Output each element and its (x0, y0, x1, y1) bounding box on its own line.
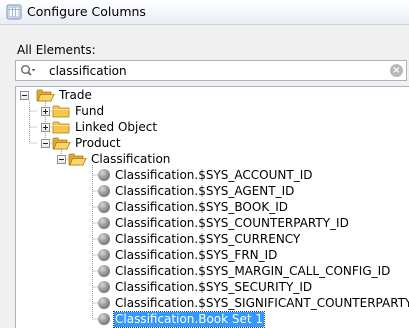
app-icon (6, 4, 22, 20)
field-icon (98, 233, 110, 245)
folder-icon (52, 121, 70, 134)
window-title: Configure Columns (27, 4, 146, 19)
tree-node-classification[interactable]: Classification (90, 152, 171, 167)
tree-leaf[interactable]: Classification.$SYS_SIGNIFICANT_COUNTERP… (114, 296, 409, 311)
trade-collapse-toggle[interactable] (20, 91, 29, 100)
field-icon (98, 281, 110, 293)
folder-open-icon (36, 89, 55, 102)
field-icon (98, 265, 110, 277)
linked-object-expand-toggle[interactable] (41, 123, 50, 132)
tree-leaf[interactable]: Classification.$SYS_SECURITY_ID (114, 280, 313, 295)
tree-node-product[interactable]: Product (74, 136, 122, 151)
field-icon (98, 217, 110, 229)
field-icon (98, 249, 110, 261)
folder-icon (52, 105, 70, 118)
tree-leaf[interactable]: Classification.$SYS_FRN_ID (114, 248, 278, 263)
tree-node-fund[interactable]: Fund (74, 104, 105, 119)
search-input[interactable] (49, 62, 379, 79)
field-icon (98, 297, 110, 309)
tree-leaf[interactable]: Classification.$SYS_BOOK_ID (114, 200, 289, 215)
search-field[interactable]: × (15, 60, 407, 81)
clear-search-icon[interactable]: × (390, 64, 403, 77)
tree-leaf[interactable]: Classification.$SYS_MARGIN_CALL_CONFIG_I… (114, 264, 391, 279)
product-collapse-toggle[interactable] (41, 139, 50, 148)
tree-node-linked-object[interactable]: Linked Object (74, 120, 158, 135)
field-icon (98, 201, 110, 213)
fund-expand-toggle[interactable] (41, 107, 50, 116)
tree-node-trade[interactable]: Trade (58, 88, 93, 103)
elements-tree[interactable]: Trade Fund Linked Object Product Classif… (15, 86, 409, 328)
tree-leaf[interactable]: Classification.$SYS_AGENT_ID (114, 184, 295, 199)
tree-leaf[interactable]: Classification.$SYS_COUNTERPARTY_ID (114, 216, 350, 231)
field-icon (98, 313, 110, 325)
folder-open-icon (52, 137, 71, 150)
tree-leaf-selected[interactable]: Classification.Book Set 1 (112, 311, 266, 328)
search-icon[interactable] (20, 64, 36, 78)
tree-leaf[interactable]: Classification.$SYS_CURRENCY (114, 232, 301, 247)
tree-leaf[interactable]: Classification.$SYS_ACCOUNT_ID (114, 168, 313, 183)
title-bar: Configure Columns (0, 0, 409, 25)
field-icon (98, 185, 110, 197)
folder-open-icon (68, 153, 87, 166)
field-icon (98, 169, 110, 181)
classification-collapse-toggle[interactable] (57, 155, 66, 164)
all-elements-label: All Elements: (17, 43, 96, 57)
